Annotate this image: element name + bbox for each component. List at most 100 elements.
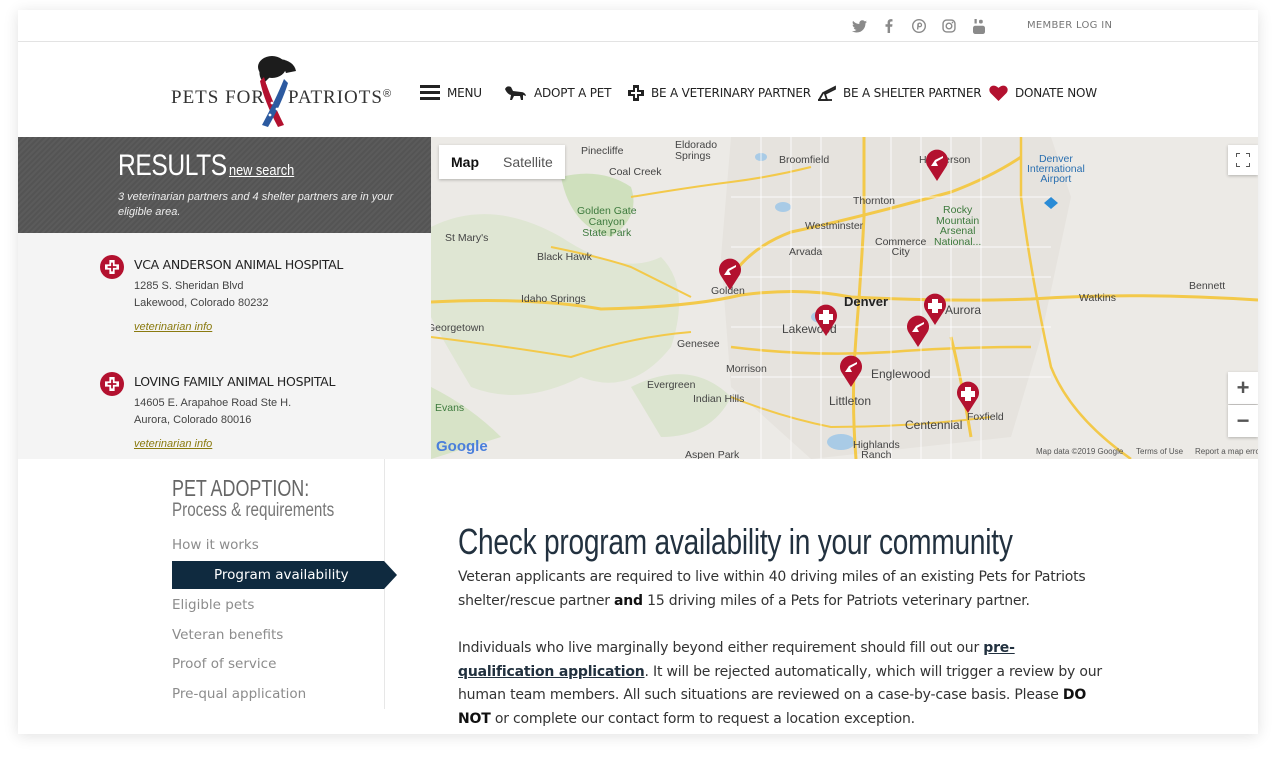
requirements-paragraph: Veteran applicants are required to live … [458, 566, 1108, 613]
paragraph-text: Individuals who live marginally beyond e… [458, 640, 984, 656]
vet-map-pin[interactable] [814, 304, 838, 336]
vet-pin-icon [100, 372, 124, 396]
shelter-map-pin[interactable] [839, 355, 863, 387]
map-label: Littleton [829, 394, 872, 408]
map-label: Indian Hills [693, 393, 745, 405]
results-summary: 3 veterinarian partners and 4 shelter pa… [118, 191, 394, 218]
map-terms-link[interactable]: Terms of Use [1136, 447, 1183, 456]
twitter-icon[interactable] [850, 16, 868, 36]
map-label: Aspen Park [685, 449, 740, 459]
sidebar-subheading: Process & requirements [172, 500, 335, 521]
menu-label: MENU [447, 85, 482, 100]
zoom-out-button[interactable]: − [1228, 405, 1258, 437]
exception-paragraph: Individuals who live marginally beyond e… [458, 637, 1108, 731]
map-label: Morrison [726, 363, 767, 375]
heart-icon [989, 85, 1008, 101]
map-label: Eldorado Springs [675, 139, 718, 162]
instagram-icon[interactable] [941, 16, 957, 36]
map-label: Evans [435, 402, 465, 414]
map-attribution: Map data ©2019 Google [1036, 447, 1124, 456]
listing-address-line1: 1285 S. Sheridan Blvd [134, 280, 244, 292]
map-label: Black Hawk [537, 251, 592, 263]
page-frame: MEMBER LOG IN PETS FOR PATRIOTS ® MENU A… [18, 10, 1258, 734]
youtube-icon[interactable] [971, 16, 987, 36]
zoom-in-button[interactable]: + [1228, 372, 1258, 404]
logo-registered-mark: ® [383, 88, 392, 100]
map-label: Centennial [905, 418, 963, 432]
hamburger-icon [420, 85, 440, 100]
map-label: Englewood [871, 367, 931, 381]
map-label: Commerce City [875, 236, 927, 258]
facebook-icon[interactable] [882, 16, 896, 36]
nav-shelter-partner[interactable]: BE A SHELTER PARTNER [818, 85, 982, 101]
shelter-map-pin[interactable] [906, 315, 930, 347]
results-title: RESULTS [118, 149, 227, 182]
nav-vet-partner[interactable]: BE A VETERINARY PARTNER [628, 85, 811, 101]
map-label: Georgetown [431, 322, 485, 334]
map-label: St Mary's [445, 232, 489, 244]
map-label: Westminster [805, 220, 864, 232]
menu-button[interactable]: MENU [420, 85, 482, 100]
shelter-map-pin[interactable] [718, 258, 742, 290]
map-label: Watkins [1079, 292, 1116, 304]
nav-adopt-a-pet[interactable]: ADOPT A PET [503, 85, 611, 101]
map-type-map-button[interactable]: Map [439, 145, 491, 179]
map-label: Bennett [1189, 280, 1226, 292]
veterinarian-info-link[interactable]: veterinarian info [134, 321, 212, 333]
map-label: Rocky Mountain Arsenal National... [934, 204, 982, 248]
sidebar-item-proof-of-service[interactable]: Proof of service [172, 656, 276, 672]
pinterest-icon[interactable] [911, 16, 927, 36]
listing-address-line2: Aurora, Colorado 80016 [134, 414, 252, 426]
map-label: Arvada [789, 246, 823, 258]
map-type-satellite-button[interactable]: Satellite [491, 145, 565, 179]
sidebar-heading: PET ADOPTION: [172, 475, 310, 501]
sidebar-item-veteran-benefits[interactable]: Veteran benefits [172, 627, 283, 643]
nav-adopt-label: ADOPT A PET [534, 86, 612, 100]
map-label: Golden Gate Canyon State Park [577, 205, 637, 239]
map-report-link[interactable]: Report a map error [1195, 447, 1258, 456]
veterinarian-info-link[interactable]: veterinarian info [134, 438, 212, 450]
top-bar: MEMBER LOG IN [18, 10, 1258, 42]
listing-address: 14605 E. Arapahoe Road Ste H. Aurora, Co… [134, 395, 291, 429]
fullscreen-button[interactable] [1228, 145, 1258, 175]
dog-icon [503, 85, 527, 101]
results-map[interactable]: Pinecliffe Eldorado Springs Broomfield H… [431, 137, 1258, 459]
map-label: Coal Creek [609, 166, 662, 178]
map-label: Pinecliffe [581, 145, 624, 157]
vet-map-pin[interactable] [956, 381, 980, 413]
nav-vet-label: BE A VETERINARY PARTNER [651, 86, 811, 100]
map-label: Aurora [945, 303, 982, 317]
medical-cross-icon [628, 85, 644, 101]
google-logo: Google [436, 438, 488, 455]
map-label: Idaho Springs [521, 293, 586, 305]
shelter-map-pin[interactable] [925, 149, 949, 181]
sidebar-item-pre-qual-application[interactable]: Pre-qual application [172, 686, 306, 702]
map-label: Denver International Airport [1027, 153, 1085, 185]
nav-shelter-label: BE A SHELTER PARTNER [843, 86, 982, 100]
map-label: Broomfield [779, 154, 830, 166]
paragraph-text: or complete our contact form to request … [490, 710, 915, 727]
sidebar-item-eligible-pets[interactable]: Eligible pets [172, 597, 254, 613]
listing-address-line1: 14605 E. Arapahoe Road Ste H. [134, 397, 292, 409]
map-label: Denver [844, 294, 889, 309]
paragraph-text: 15 driving miles of a Pets for Patriots … [642, 592, 1030, 609]
sidebar-item-how-it-works[interactable]: How it works [172, 537, 259, 553]
map-label: Highlands Ranch [853, 439, 900, 459]
page-title: Check program availability in your commu… [458, 521, 1013, 562]
map-label: Thornton [853, 195, 896, 207]
listing-address: 1285 S. Sheridan Blvd Lakewood, Colorado… [134, 278, 269, 312]
fullscreen-icon [1236, 153, 1250, 167]
listing-name[interactable]: VCA ANDERSON ANIMAL HOSPITAL [134, 257, 343, 272]
map-label: Genesee [677, 338, 720, 350]
vet-pin-icon [100, 255, 124, 279]
nav-donate-now[interactable]: DONATE NOW [989, 85, 1097, 101]
listing-address-line2: Lakewood, Colorado 80232 [134, 297, 269, 309]
member-login-link[interactable]: MEMBER LOG IN [1027, 20, 1112, 31]
logo-text-right: PATRIOTS [288, 87, 383, 108]
nav-donate-label: DONATE NOW [1015, 86, 1097, 100]
sidebar-item-program-availability[interactable]: Program availability [172, 561, 397, 589]
paragraph-bold: and [614, 592, 643, 609]
adoption-sidebar: PET ADOPTION: Process & requirements How… [18, 459, 397, 709]
listing-name[interactable]: LOVING FAMILY ANIMAL HOSPITAL [134, 374, 335, 389]
new-search-link[interactable]: new search [229, 162, 294, 179]
